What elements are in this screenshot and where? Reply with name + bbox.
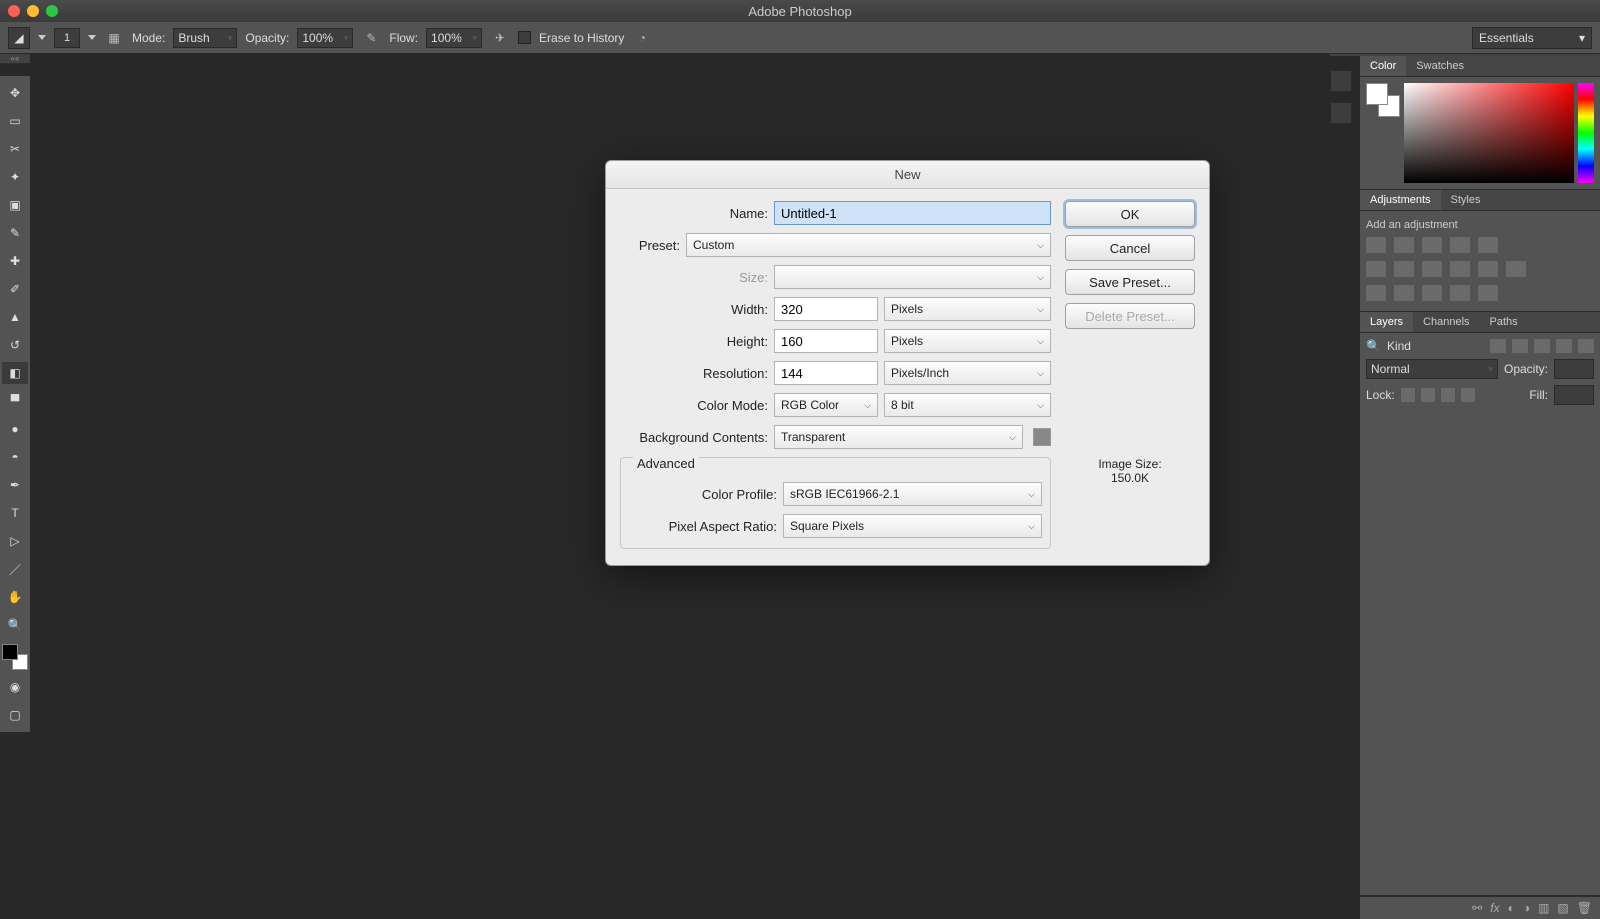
cancel-button[interactable]: Cancel <box>1065 235 1195 261</box>
ok-button[interactable]: OK <box>1065 201 1195 227</box>
delete-preset-button: Delete Preset... <box>1065 303 1195 329</box>
width-label: Width: <box>620 302 768 317</box>
name-input[interactable] <box>774 201 1051 225</box>
advanced-fieldset: Advanced Color Profile: sRGB IEC61966-2.… <box>620 457 1051 549</box>
height-unit-select[interactable]: Pixels⌵ <box>884 329 1051 353</box>
preset-value: Custom <box>693 238 734 252</box>
resolution-unit-select[interactable]: Pixels/Inch⌵ <box>884 361 1051 385</box>
width-unit-value: Pixels <box>891 302 923 316</box>
resolution-unit-value: Pixels/Inch <box>891 366 949 380</box>
background-contents-label: Background Contents: <box>620 430 768 445</box>
pixel-aspect-select[interactable]: Square Pixels⌵ <box>783 514 1042 538</box>
pixel-aspect-label: Pixel Aspect Ratio: <box>629 519 777 534</box>
save-preset-button[interactable]: Save Preset... <box>1065 269 1195 295</box>
color-mode-select[interactable]: RGB Color⌵ <box>774 393 878 417</box>
color-depth-value: 8 bit <box>891 398 914 412</box>
dialog-title: New <box>606 161 1209 189</box>
color-mode-label: Color Mode: <box>620 398 768 413</box>
image-size-value: 150.0K <box>1065 471 1195 485</box>
preset-select[interactable]: Custom⌵ <box>686 233 1051 257</box>
advanced-legend: Advanced <box>633 456 699 471</box>
name-label: Name: <box>620 206 768 221</box>
color-profile-label: Color Profile: <box>629 487 777 502</box>
width-unit-select[interactable]: Pixels⌵ <box>884 297 1051 321</box>
size-label: Size: <box>620 270 768 285</box>
resolution-input[interactable] <box>774 361 878 385</box>
modal-overlay: New Name: Preset: Custom⌵ Size: ⌵ Width: <box>0 0 1600 919</box>
color-depth-select[interactable]: 8 bit⌵ <box>884 393 1051 417</box>
background-contents-select[interactable]: Transparent⌵ <box>774 425 1023 449</box>
size-select: ⌵ <box>774 265 1051 289</box>
background-contents-value: Transparent <box>781 430 845 444</box>
color-mode-value: RGB Color <box>781 398 839 412</box>
color-profile-value: sRGB IEC61966-2.1 <box>790 487 899 501</box>
height-label: Height: <box>620 334 768 349</box>
image-size-label: Image Size: <box>1065 457 1195 471</box>
resolution-label: Resolution: <box>620 366 768 381</box>
image-size-info: Image Size: 150.0K <box>1065 457 1195 485</box>
new-document-dialog: New Name: Preset: Custom⌵ Size: ⌵ Width: <box>605 160 1210 566</box>
preset-label: Preset: <box>620 238 680 253</box>
height-input[interactable] <box>774 329 878 353</box>
color-profile-select[interactable]: sRGB IEC61966-2.1⌵ <box>783 482 1042 506</box>
width-input[interactable] <box>774 297 878 321</box>
height-unit-value: Pixels <box>891 334 923 348</box>
background-color-swatch[interactable] <box>1033 428 1051 446</box>
pixel-aspect-value: Square Pixels <box>790 519 864 533</box>
